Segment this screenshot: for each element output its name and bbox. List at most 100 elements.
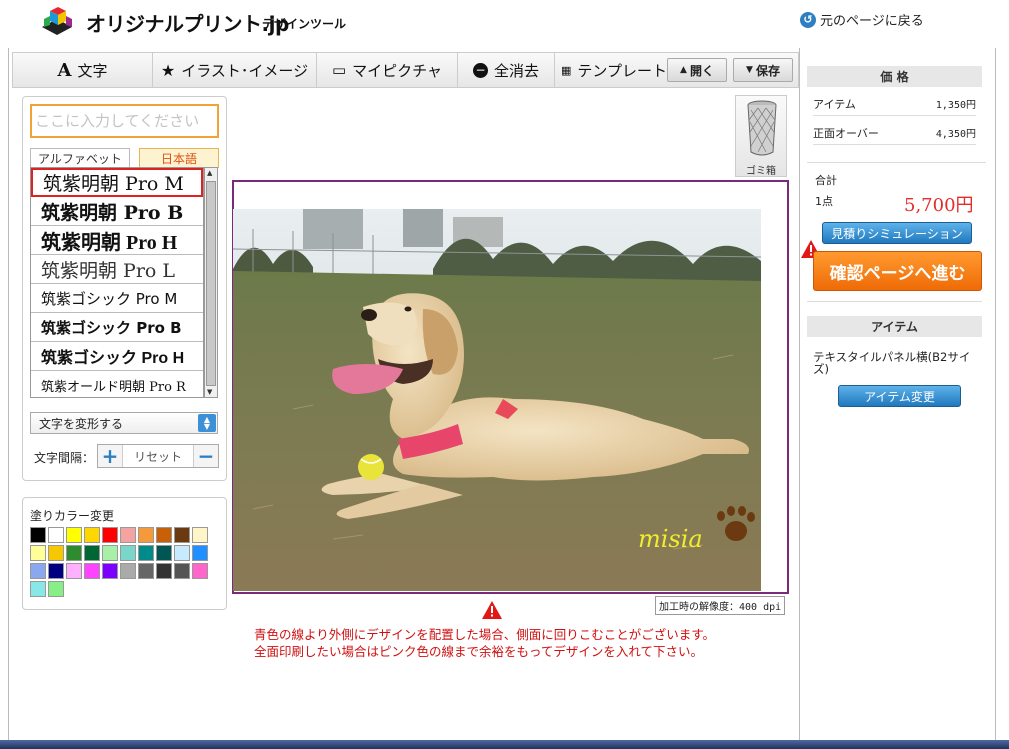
warning-line-1: 青色の線より外側にデザインを配置した場合、側面に回りこむことがございます。 (254, 627, 716, 642)
arrow-down-icon: ▼ (746, 65, 753, 75)
total-price: 5,700円 (904, 195, 974, 216)
font-item[interactable]: 筑紫ゴシック Pro H (31, 342, 203, 371)
trash-can-icon (747, 100, 777, 156)
font-item[interactable]: 筑紫明朝 Pro L (31, 255, 203, 284)
font-item[interactable]: 筑紫オールド明朝 Pro R (31, 371, 203, 397)
color-swatch[interactable] (102, 563, 118, 579)
item-heading: アイテム (807, 316, 982, 337)
warning-line-2: 全面印刷したい場合はピンク色の線まで余裕をもってデザインを入れて下さい。 (254, 644, 704, 659)
price-heading: 価 格 (807, 66, 982, 87)
save-button-label: 保存 (755, 63, 780, 78)
color-swatch[interactable] (174, 563, 190, 579)
scroll-down-icon[interactable]: ▼ (207, 388, 212, 396)
color-swatch[interactable] (84, 545, 100, 561)
resolution-readout: 加工時の解像度：400 dpi (655, 596, 786, 615)
tab-template[interactable]: ▦ テンプレート (555, 53, 667, 87)
logo-text: オリジナルプリント.jp (86, 12, 289, 36)
minus-circle-icon: − (472, 62, 488, 78)
spacing-plus-button[interactable]: + (98, 444, 122, 468)
color-swatch[interactable] (102, 527, 118, 543)
color-swatch[interactable] (120, 563, 136, 579)
color-swatch[interactable] (174, 527, 190, 543)
price-row-label: アイテム (813, 97, 856, 111)
price-row-label: 正面オーバー (813, 126, 879, 140)
taskbar-strip (0, 740, 1009, 749)
spacing-stepper: + リセット − (97, 444, 219, 468)
color-swatch[interactable] (138, 563, 154, 579)
spacing-reset-button[interactable]: リセット (122, 445, 194, 467)
font-item[interactable]: 筑紫明朝 Pro H (31, 226, 203, 255)
color-swatch[interactable] (174, 545, 190, 561)
color-swatch[interactable] (48, 581, 64, 597)
color-swatch[interactable] (30, 581, 46, 597)
estimate-button[interactable]: 見積りシミュレーション (822, 222, 972, 244)
price-divider (807, 162, 986, 163)
monitor-icon: ▭ (331, 61, 347, 79)
color-swatch[interactable] (156, 527, 172, 543)
color-swatch[interactable] (48, 527, 64, 543)
color-swatch[interactable] (192, 527, 208, 543)
font-item-selected[interactable]: 筑紫明朝 Pro M (31, 168, 203, 197)
font-item[interactable]: 筑紫明朝 Pro B (31, 197, 203, 226)
save-button[interactable]: ▼ 保存 (733, 58, 793, 82)
font-item[interactable]: 筑紫ゴシック Pro B (31, 313, 203, 342)
tab-template-label: テンプレート (577, 61, 667, 80)
dog-photo[interactable]: misia (233, 209, 761, 591)
spacing-minus-button[interactable]: − (194, 444, 218, 468)
tab-clear-label: 全消去 (493, 61, 539, 80)
color-swatch[interactable] (102, 545, 118, 561)
scroll-thumb[interactable] (206, 181, 216, 386)
color-swatch[interactable] (138, 545, 154, 561)
text-input[interactable] (30, 104, 219, 138)
font-list: 筑紫明朝 Pro M 筑紫明朝 Pro B 筑紫明朝 Pro H 筑紫明朝 Pr… (30, 167, 204, 398)
color-swatch[interactable] (120, 527, 136, 543)
arrow-up-icon: ▲ (680, 65, 687, 75)
select-updown-icon: ▲ ▼ (198, 414, 216, 432)
color-swatch[interactable] (156, 545, 172, 561)
color-swatch[interactable] (84, 527, 100, 543)
confirm-page-button[interactable]: 確認ページへ進む (813, 251, 982, 291)
text-a-icon: A (57, 59, 72, 81)
tab-text[interactable]: A 文字 (13, 53, 153, 87)
tab-japanese[interactable]: 日本語 (139, 148, 219, 168)
price-row-value: 1,350円 (935, 100, 976, 111)
open-button[interactable]: ▲ 開く (667, 58, 727, 82)
total-label: 合計 (815, 174, 837, 187)
color-swatch[interactable] (48, 545, 64, 561)
color-swatch[interactable] (84, 563, 100, 579)
scroll-up-icon[interactable]: ▲ (207, 169, 212, 177)
color-swatch[interactable] (138, 527, 154, 543)
font-list-scrollbar[interactable]: ▲ ▼ (204, 167, 218, 398)
color-swatch[interactable] (66, 563, 82, 579)
color-swatch[interactable] (156, 563, 172, 579)
tab-illust[interactable]: ★ イラスト･イメージ (153, 53, 317, 87)
tab-clear[interactable]: − 全消去 (458, 53, 555, 87)
tab-illust-label: イラスト･イメージ (181, 61, 309, 80)
color-swatch[interactable] (192, 545, 208, 561)
color-swatch[interactable] (66, 545, 82, 561)
color-swatch[interactable] (120, 545, 136, 561)
color-swatch[interactable] (30, 563, 46, 579)
open-button-label: 開く (689, 63, 714, 78)
back-arrow-icon: ↺ (800, 11, 816, 28)
color-swatch[interactable] (192, 563, 208, 579)
item-change-button[interactable]: アイテム変更 (838, 385, 961, 407)
tab-alphabet[interactable]: アルファベット (30, 148, 130, 168)
color-swatch[interactable] (30, 527, 46, 543)
trash-button[interactable]: ゴミ箱 (735, 95, 787, 177)
spacing-label: 文字間隔： (34, 451, 95, 465)
tab-mypicture[interactable]: ▭ マイピクチャ (317, 53, 458, 87)
font-item[interactable]: 筑紫ゴシック Pro M (31, 284, 203, 313)
price-row-item: アイテム 1,350円 (813, 92, 976, 116)
canvas-warning: 青色の線より外側にデザインを配置した場合、側面に回りこむことがございます。 全面… (254, 626, 715, 660)
back-link[interactable]: ↺ 元のページに戻る (800, 10, 924, 29)
grid-icon: ▦ (561, 63, 572, 77)
color-swatch[interactable] (48, 563, 64, 579)
color-swatch[interactable] (66, 527, 82, 543)
transform-select[interactable]: 文字を変形する ▲ ▼ (30, 412, 218, 434)
tab-mypicture-label: マイピクチャ (352, 61, 443, 80)
right-divider (799, 48, 800, 740)
color-swatch[interactable] (30, 545, 46, 561)
color-palette (30, 527, 220, 597)
color-panel-title: 塗りカラー変更 (30, 509, 115, 523)
